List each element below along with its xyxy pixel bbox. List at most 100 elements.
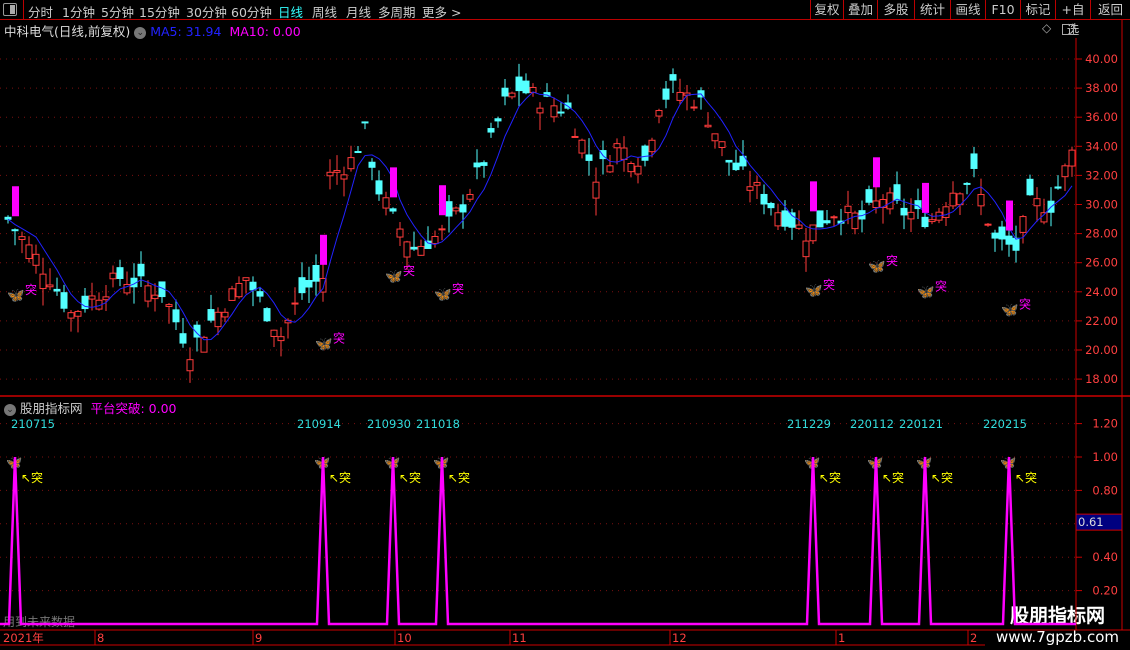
breakout-candle: [320, 234, 327, 265]
price-chart: 40.00 38.00 36.00 34.00 32.00 30.00 28.00 26.00…: [0, 20, 1130, 646]
price-tick-label: 20.00: [1085, 343, 1118, 357]
candle-body: [725, 159, 733, 163]
candle-body: [886, 192, 894, 210]
candle-body: [221, 311, 229, 318]
candle-body: [424, 240, 432, 249]
price-tick-label: 34.00: [1085, 139, 1118, 153]
candle-body: [333, 170, 341, 173]
candle-body: [655, 110, 663, 117]
candle-body: [144, 285, 152, 302]
signal-label: 突: [886, 253, 898, 268]
candle-body: [900, 207, 908, 216]
candle-body: [921, 216, 929, 228]
candle-body: [466, 194, 474, 200]
candle-body: [270, 329, 278, 337]
candle-body: [704, 124, 712, 128]
signal-date: 220215: [983, 417, 1027, 431]
price-tick-label: 30.00: [1085, 198, 1118, 212]
candle-body: [207, 309, 215, 321]
candle-body: [53, 288, 61, 292]
candle-body: [228, 288, 236, 301]
candle-body: [431, 235, 439, 245]
candle-body: [11, 229, 19, 232]
price-tick-label: 40.00: [1085, 52, 1118, 66]
month-label: 2: [970, 631, 977, 645]
candle-body: [578, 139, 586, 154]
candle-body: [382, 197, 390, 209]
candle-body: [746, 186, 754, 191]
candle-body: [235, 282, 243, 298]
candle-body: [18, 236, 26, 240]
candle-body: [312, 264, 320, 282]
candle-body: [865, 189, 873, 203]
month-label: 12: [672, 631, 687, 645]
candle-body: [298, 277, 306, 294]
candle-body: [893, 184, 901, 201]
candle-body: [396, 228, 404, 238]
indicator-tick-label: 1.20: [1092, 417, 1118, 431]
signal-label: 突: [25, 282, 37, 297]
candle-body: [39, 273, 47, 290]
candle-body: [949, 192, 957, 207]
candle-body: [326, 171, 334, 177]
candle-body: [907, 211, 915, 220]
price-tick-label: 26.00: [1085, 256, 1118, 270]
price-tick-label: 18.00: [1085, 372, 1118, 386]
signal-date: 220121: [899, 417, 943, 431]
breakout-candle: [12, 186, 19, 217]
candle-body: [4, 216, 12, 220]
current-value: 0.61: [1078, 515, 1104, 529]
candle-body: [515, 76, 523, 92]
candle-body: [60, 292, 68, 309]
candle-body: [501, 87, 509, 97]
candle-body: [256, 291, 264, 297]
candle-body: [186, 359, 194, 372]
candle-body: [795, 224, 803, 229]
candle-body: [354, 151, 362, 154]
candle-body: [676, 91, 684, 101]
candle-body: [550, 105, 558, 118]
candle-body: [690, 106, 698, 109]
candle-body: [522, 80, 530, 94]
month-label: 9: [255, 631, 262, 645]
candle-body: [480, 162, 488, 166]
indicator-tick-label: 0.40: [1092, 550, 1118, 564]
candle-body: [151, 294, 159, 300]
candle-body: [606, 165, 614, 173]
candle-body: [46, 284, 54, 288]
candle-body: [277, 336, 285, 342]
breakout-candle: [390, 167, 397, 198]
signal-label: 突: [823, 277, 835, 292]
candle-body: [669, 74, 677, 81]
candle-body: [613, 143, 621, 149]
month-label: 11: [512, 631, 527, 645]
candle-body: [116, 267, 124, 279]
candle-body: [753, 181, 761, 186]
candle-body: [1005, 235, 1013, 245]
butterfly-icon: 🦋: [868, 259, 886, 275]
breakout-candle: [922, 182, 929, 213]
butterfly-icon: 🦋: [385, 269, 403, 285]
candle-body: [249, 281, 257, 291]
candle-body: [977, 194, 985, 207]
candle-body: [879, 199, 887, 209]
candle-body: [1019, 216, 1027, 233]
candle-body: [165, 304, 173, 307]
indicator-tick-label: 0.80: [1092, 483, 1118, 497]
candle-body: [634, 165, 642, 175]
candle-body: [494, 118, 502, 122]
candle-body: [928, 219, 936, 223]
candle-body: [67, 312, 75, 319]
candle-body: [74, 310, 82, 317]
price-tick-label: 38.00: [1085, 81, 1118, 95]
candle-body: [641, 145, 649, 161]
candle-body: [102, 296, 110, 301]
signal-label: 突: [452, 281, 464, 296]
signal-date: 211018: [416, 417, 460, 431]
signal-date: 210930: [367, 417, 411, 431]
candle-body: [984, 223, 992, 226]
price-tick-label: 32.00: [1085, 168, 1118, 182]
candle-body: [809, 224, 817, 242]
candle-body: [802, 240, 810, 258]
candle-body: [781, 210, 789, 227]
